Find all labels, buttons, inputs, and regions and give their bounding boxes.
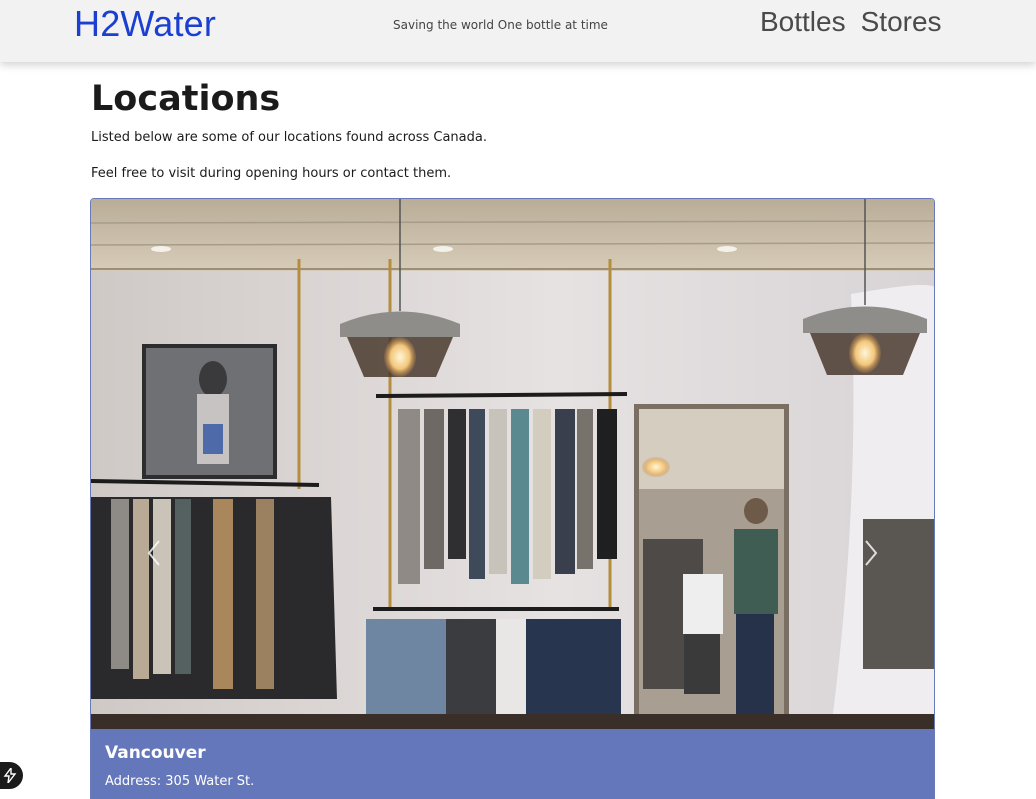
nav-bottles-link[interactable]: Bottles: [760, 6, 846, 38]
intro-text: Listed below are some of our locations f…: [91, 130, 487, 145]
location-city: Vancouver: [105, 743, 206, 763]
location-address: Address: 305 Water St.: [105, 774, 255, 789]
intro-text-secondary: Feel free to visit during opening hours …: [91, 166, 452, 181]
chevron-right-icon: [865, 540, 878, 566]
nav-stores-link[interactable]: Stores: [861, 6, 942, 38]
location-carousel: Vancouver Address: 305 Water St.: [90, 198, 935, 799]
store-photo: [91, 199, 934, 729]
dev-tools-button[interactable]: [0, 762, 23, 789]
main-content: Locations Listed below are some of our l…: [91, 78, 935, 183]
site-header: H2Water Saving the world One bottle at t…: [0, 0, 1036, 62]
carousel-prev-button[interactable]: [91, 199, 161, 729]
chevron-left-icon: [147, 540, 160, 566]
main-nav: Bottles Stores: [760, 6, 942, 38]
location-caption: Vancouver Address: 305 Water St.: [91, 729, 934, 799]
brand-logo-link[interactable]: H2Water: [74, 3, 216, 45]
page-title: Locations: [91, 79, 281, 119]
carousel-next-button[interactable]: [864, 199, 934, 729]
tagline: Saving the world One bottle at time: [393, 18, 608, 32]
lightning-icon: [3, 768, 17, 783]
